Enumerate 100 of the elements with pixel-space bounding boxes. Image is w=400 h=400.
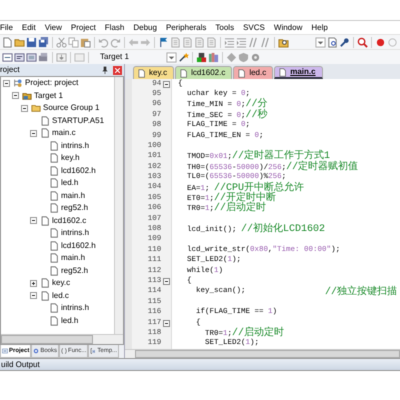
file-icon (49, 166, 59, 176)
menu-item[interactable]: Window (274, 21, 302, 34)
panel-title: uild Output (0, 358, 400, 371)
flag-icon[interactable] (158, 36, 169, 48)
folder-icon (31, 103, 41, 114)
find-in-files-icon[interactable] (278, 36, 289, 48)
tree-item[interactable]: intrins.h (1, 302, 114, 314)
tree-item[interactable]: intrins.h (1, 227, 114, 240)
vertical-scrollbar[interactable] (114, 77, 123, 334)
file-icon (40, 116, 50, 126)
file-icon (49, 140, 59, 151)
tree-item[interactable]: lcd1602.h (1, 164, 114, 177)
indent-icon[interactable] (236, 36, 247, 48)
tree-item[interactable]: STARTUP.A51 (1, 114, 114, 127)
debug-icon[interactable] (357, 36, 368, 48)
tree-item[interactable]: key.h (1, 152, 114, 164)
rebuild-icon[interactable] (26, 52, 37, 62)
close-button[interactable] (113, 66, 122, 74)
menu-item[interactable]: Project (70, 21, 96, 34)
file-tab[interactable]: lcd1602.c (175, 66, 232, 79)
horizontal-scrollbar[interactable] (1, 334, 123, 344)
components-icon[interactable] (196, 52, 207, 62)
menu-item[interactable]: Flash (104, 21, 124, 34)
magic-wand-icon[interactable] (178, 52, 189, 62)
menu-item[interactable]: SVCS (243, 21, 265, 34)
tree-item[interactable]: Source Group 1 (1, 102, 114, 114)
file-icon (49, 178, 59, 188)
collapse-toggle-icon[interactable] (21, 104, 28, 112)
file-tab[interactable]: main.c (274, 66, 323, 79)
horizontal-scrollbar[interactable] (125, 349, 400, 358)
indent-icon[interactable] (224, 36, 235, 48)
tree-item[interactable]: led.c (1, 290, 114, 302)
file-icon (49, 266, 59, 276)
collapse-toggle-icon[interactable] (162, 278, 170, 286)
collapse-toggle-icon[interactable] (162, 320, 170, 327)
comment-icon[interactable] (260, 36, 271, 48)
tools-icon[interactable] (339, 36, 350, 48)
target-select[interactable]: Target 1 (100, 51, 129, 63)
tree-item[interactable]: led.h (1, 314, 114, 327)
build-icon[interactable] (14, 52, 25, 62)
document-search-icon[interactable] (327, 36, 338, 48)
menu-item[interactable]: Tools (215, 21, 234, 34)
menu-item[interactable]: File (0, 21, 13, 34)
file-icon (49, 190, 59, 201)
braces-icon (61, 348, 68, 354)
collapse-toggle-icon[interactable] (3, 80, 10, 87)
menu-item[interactable]: Help (311, 21, 328, 34)
code-comment: //独立按键扫描 (324, 284, 397, 300)
batch-build-icon[interactable] (38, 52, 49, 62)
copy-icon[interactable] (68, 36, 79, 48)
collapse-toggle-icon[interactable] (162, 80, 170, 88)
file-icon (278, 68, 288, 76)
collapse-toggle-icon[interactable] (30, 217, 37, 224)
file-icon (237, 68, 246, 78)
load-icon[interactable] (56, 52, 67, 62)
template-icon (90, 348, 96, 354)
tree-item[interactable]: led.h (1, 177, 114, 190)
file-icon (40, 278, 50, 288)
file-icon (49, 228, 59, 238)
file-tab[interactable]: led.c (233, 66, 274, 79)
file-icon (49, 316, 59, 326)
tree-item[interactable]: lcd1602.h (1, 240, 114, 252)
dropdown-icon[interactable] (166, 52, 177, 62)
collapse-toggle-icon[interactable] (30, 292, 37, 300)
tree-item[interactable]: Project: project (1, 77, 114, 90)
target-folder-icon (22, 90, 32, 101)
tree-item[interactable]: lcd1602.c (1, 214, 114, 227)
breakpoint-icon[interactable] (375, 36, 386, 48)
file-tab[interactable]: key.c (133, 66, 174, 79)
collapse-toggle-icon[interactable] (12, 92, 19, 100)
cut-icon[interactable] (56, 36, 67, 48)
tree-item[interactable]: Target 1 (1, 90, 114, 102)
menu-item[interactable]: Peripherals (166, 21, 206, 34)
save-icon[interactable] (26, 36, 37, 48)
menu-item[interactable]: Edit (22, 21, 36, 34)
books-icon (33, 348, 40, 354)
tree-item[interactable]: reg52.h (1, 264, 114, 277)
file-icon (179, 68, 188, 78)
save-all-icon[interactable] (38, 36, 49, 48)
menu-item[interactable]: View (44, 21, 62, 34)
collapse-toggle-icon[interactable] (30, 130, 37, 137)
menu-item[interactable]: Debug (133, 21, 157, 34)
file-icon (49, 253, 59, 264)
tree-item[interactable]: main.h (1, 190, 114, 202)
tree-item[interactable]: main.h (1, 252, 114, 264)
tree-item[interactable]: reg52.h (1, 202, 114, 214)
pin-icon[interactable] (101, 66, 109, 74)
panel-title: roject (0, 64, 20, 76)
paste-icon[interactable] (80, 36, 91, 48)
expand-toggle-icon[interactable] (30, 280, 37, 287)
tree-item[interactable]: key.c (1, 277, 114, 290)
file-icon (49, 303, 59, 314)
tree-item[interactable]: main.c (1, 127, 114, 140)
dropdown-icon[interactable] (315, 36, 326, 48)
file-icon (49, 240, 59, 251)
project-tab-icon (2, 348, 8, 354)
tree-item[interactable]: intrins.h (1, 140, 114, 152)
file-icon (49, 203, 59, 214)
translate-icon[interactable] (2, 52, 13, 62)
comment-icon[interactable] (248, 36, 259, 48)
